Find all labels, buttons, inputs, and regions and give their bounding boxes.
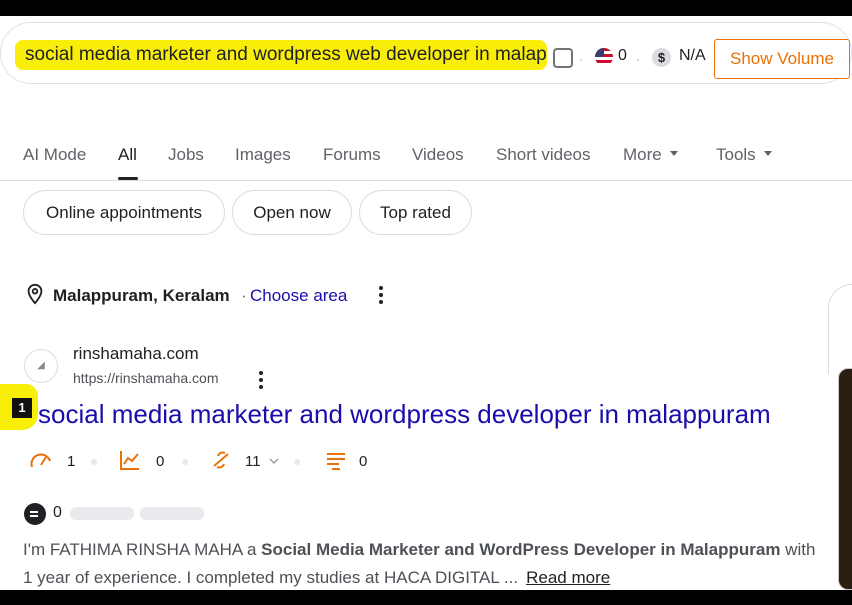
snippet-text: I'm FATHIMA RINSHA MAHA a	[23, 540, 262, 559]
select-checkbox[interactable]	[553, 48, 573, 68]
speed-metric-value: 1	[67, 453, 76, 470]
caret-down-icon	[763, 151, 772, 157]
cpc-value: N/A	[679, 47, 706, 64]
result-snippet: I'm FATHIMA RINSHA MAHA a Social Media M…	[23, 536, 823, 590]
active-tab-indicator	[118, 177, 138, 180]
us-flag-icon	[595, 48, 613, 66]
tab-jobs[interactable]: Jobs	[168, 145, 204, 165]
tab-tools-label: Tools	[716, 145, 756, 164]
link-icon	[213, 451, 229, 469]
traffic-metric-value: 0	[156, 453, 165, 470]
separator: ·	[579, 52, 583, 66]
comment-count: 0	[53, 504, 62, 521]
tab-forums[interactable]: Forums	[323, 145, 381, 165]
location-name: Malappuram, Keralam	[53, 286, 230, 305]
result-url[interactable]: https://rinshamaha.com	[73, 370, 219, 386]
chip-top-rated[interactable]: Top rated	[359, 190, 472, 235]
tab-more-label: More	[623, 145, 662, 164]
site-favicon[interactable]: ◢	[24, 349, 58, 383]
chip-online-appointments[interactable]: Online appointments	[23, 190, 225, 235]
result-site-name[interactable]: rinshamaha.com	[73, 344, 199, 364]
metric-dot	[294, 459, 300, 465]
result-more-options-icon[interactable]	[259, 371, 263, 389]
search-volume-count: 0	[618, 47, 627, 64]
links-metric-value: 11	[245, 453, 261, 470]
structure-icon	[327, 453, 345, 470]
caret-down-icon	[669, 151, 678, 157]
search-bar: social media marketer and wordpress web …	[0, 22, 852, 84]
comment-icon	[24, 503, 46, 525]
search-tabs: AI Mode All Jobs Images Forums Videos Sh…	[0, 124, 852, 181]
tab-more[interactable]: More	[623, 145, 678, 165]
side-panel-image	[838, 368, 852, 590]
separator: ·	[241, 286, 247, 305]
separator: ·	[636, 52, 640, 66]
tab-images[interactable]: Images	[235, 145, 291, 165]
dollar-icon: $	[652, 48, 671, 67]
loading-placeholder	[70, 507, 134, 520]
rank-badge: 1	[12, 398, 32, 418]
read-more-link[interactable]: Read more	[526, 568, 610, 587]
speedometer-icon	[30, 453, 51, 468]
search-input[interactable]: social media marketer and wordpress web …	[15, 40, 547, 70]
tab-tools[interactable]: Tools	[716, 145, 772, 165]
search-results-page: social media marketer and wordpress web …	[0, 16, 852, 590]
loading-placeholder	[140, 507, 204, 520]
snippet-highlight: Social Media Marketer and WordPress Deve…	[261, 540, 781, 559]
structure-metric-value: 0	[359, 453, 368, 470]
tab-videos[interactable]: Videos	[412, 145, 464, 165]
metric-dot	[91, 459, 97, 465]
chevron-down-icon[interactable]	[268, 455, 280, 467]
metric-dot	[182, 459, 188, 465]
result-title-link[interactable]: social media marketer and wordpress deve…	[38, 399, 771, 430]
side-panel-edge	[828, 284, 852, 374]
location-pin-icon	[27, 283, 43, 305]
tab-ai-mode[interactable]: AI Mode	[23, 145, 86, 165]
show-volume-button[interactable]: Show Volume	[714, 39, 850, 79]
tab-short-videos[interactable]: Short videos	[496, 145, 591, 165]
chip-open-now[interactable]: Open now	[232, 190, 352, 235]
location-more-options-icon[interactable]	[379, 286, 383, 304]
trend-chart-icon	[120, 451, 139, 470]
tab-all[interactable]: All	[118, 145, 137, 165]
choose-area-link[interactable]: Choose area	[250, 286, 347, 306]
